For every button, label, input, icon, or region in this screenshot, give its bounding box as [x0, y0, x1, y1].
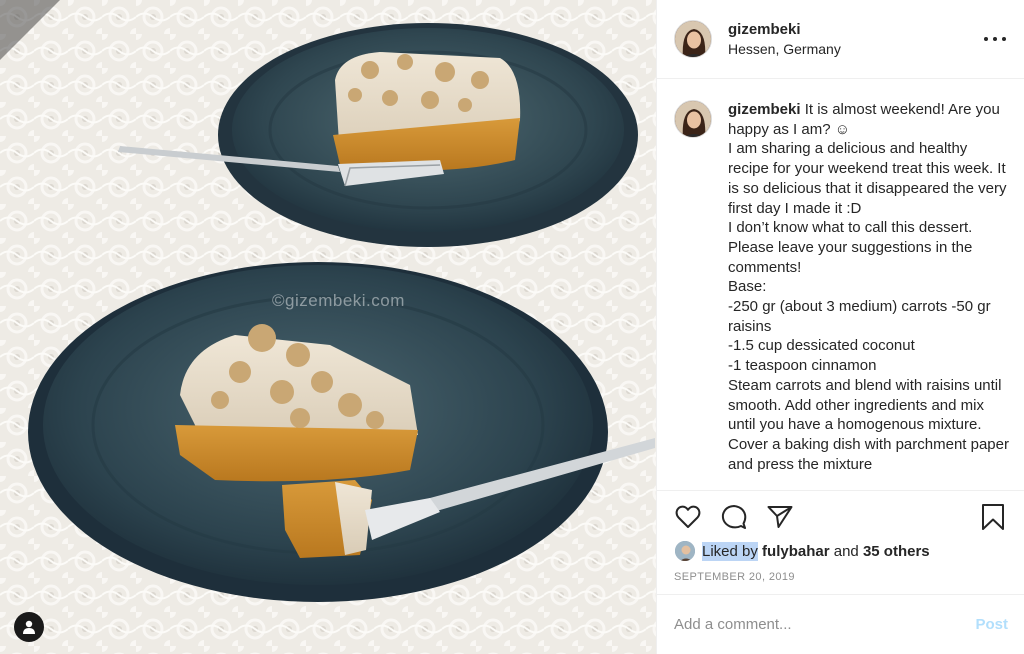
post-comment-button[interactable]: Post: [975, 616, 1008, 633]
more-options-icon[interactable]: [984, 29, 1006, 49]
post-header: gizembeki Hessen, Germany: [657, 0, 1024, 79]
comment-bar: Post: [657, 594, 1024, 654]
like-button[interactable]: [674, 503, 702, 531]
user-tags-button[interactable]: [14, 612, 44, 642]
liker-username[interactable]: fulybahar: [762, 543, 830, 560]
paper-plane-icon: [767, 506, 793, 528]
liker-avatar[interactable]: [674, 540, 696, 562]
heart-icon: [675, 505, 701, 528]
comment-input[interactable]: [674, 616, 976, 633]
liked-by-label: Liked by: [702, 541, 758, 561]
save-button[interactable]: [981, 503, 1009, 531]
post-side-panel: gizembeki Hessen, Germany gizembeki It i…: [656, 0, 1024, 654]
post-actions: Liked by fulybahar and 35 others SEPTEMB…: [657, 490, 1024, 594]
caption-username[interactable]: gizembeki: [728, 101, 801, 118]
dessert-photo-image: [0, 0, 656, 654]
likes-summary: Liked by fulybahar and 35 others: [674, 540, 930, 562]
and-label: and: [833, 542, 859, 560]
share-button[interactable]: [766, 503, 794, 531]
bookmark-icon: [982, 504, 1004, 530]
post-caption: gizembeki It is almost weekend! Are you …: [728, 100, 1010, 474]
post-date[interactable]: SEPTEMBER 20, 2019: [674, 571, 795, 583]
user-tag-icon: [23, 620, 35, 634]
others-likes-link[interactable]: 35 others: [863, 543, 930, 560]
caption-text: It is almost weekend! Are you happy as I…: [728, 101, 1009, 473]
comment-icon: [721, 505, 747, 529]
author-username[interactable]: gizembeki: [728, 20, 841, 40]
caption-scroll-area[interactable]: gizembeki It is almost weekend! Are you …: [657, 80, 1024, 490]
photo-watermark: ©gizembeki.com: [272, 291, 405, 310]
comment-button[interactable]: [720, 503, 748, 531]
caption-author-avatar[interactable]: [674, 100, 712, 138]
author-avatar[interactable]: [674, 20, 712, 58]
post-photo[interactable]: ©gizembeki.com: [0, 0, 656, 654]
post-location[interactable]: Hessen, Germany: [728, 40, 841, 58]
